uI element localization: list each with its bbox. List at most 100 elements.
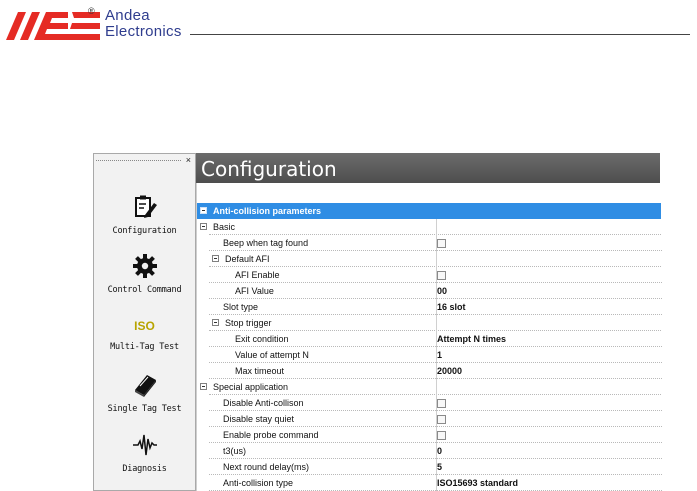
- property-label: Stop trigger: [225, 318, 272, 328]
- sidebar-grip[interactable]: [96, 160, 181, 161]
- property-checkbox[interactable]: [437, 239, 446, 248]
- grid-value-cell[interactable]: [436, 363, 662, 379]
- grid-value-cell[interactable]: [436, 267, 662, 283]
- grid-property-row[interactable]: Next round delay(ms) 5: [197, 459, 662, 475]
- property-value[interactable]: 0: [437, 443, 442, 459]
- property-label: Basic: [213, 222, 236, 232]
- grid-property-row[interactable]: Exit condition Attempt N times: [197, 331, 662, 347]
- grid-property-row[interactable]: Anti-collision type ISO15693 standard: [197, 475, 662, 491]
- gear-icon: [133, 254, 157, 278]
- property-label: Exit condition: [235, 334, 289, 344]
- property-value[interactable]: 20000: [437, 363, 462, 379]
- collapse-toggle-icon[interactable]: [200, 223, 207, 230]
- grid-column-divider: [436, 219, 437, 235]
- grid-value-cell[interactable]: [436, 299, 662, 315]
- header-rule: [190, 34, 690, 35]
- property-label: Special application: [213, 382, 289, 392]
- property-label: AFI Value: [235, 286, 274, 296]
- grid-value-cell[interactable]: [436, 395, 662, 411]
- grid-category-row[interactable]: Stop trigger: [197, 315, 661, 331]
- property-value[interactable]: 1: [437, 347, 442, 363]
- grid-property-row[interactable]: Max timeout 20000: [197, 363, 662, 379]
- book-icon: [135, 375, 156, 397]
- property-value[interactable]: Attempt N times: [437, 331, 506, 347]
- property-checkbox[interactable]: [437, 415, 446, 424]
- brand-name: Andea Electronics: [105, 8, 182, 40]
- collapse-toggle-icon[interactable]: [212, 255, 219, 262]
- grid-category-row[interactable]: Default AFI: [197, 251, 661, 267]
- brand-name-line2: Electronics: [105, 23, 182, 40]
- main-panel: Configuration Anti-collision parameters …: [196, 153, 662, 491]
- property-value[interactable]: 00: [437, 283, 447, 299]
- nav-label-configuration: Configuration: [112, 226, 177, 236]
- nav-label-multi-tag-test: Multi-Tag Test: [110, 342, 179, 352]
- collapse-toggle-icon[interactable]: [200, 207, 207, 214]
- grid-value-cell[interactable]: [436, 427, 662, 443]
- grid-header-label: Anti-collision parameters: [213, 206, 322, 216]
- iso-text-icon: ISO: [134, 319, 155, 333]
- grid-column-divider: [436, 379, 437, 395]
- property-value[interactable]: ISO15693 standard: [437, 475, 518, 491]
- grid-header-row[interactable]: Anti-collision parameters: [197, 203, 661, 219]
- property-checkbox[interactable]: [437, 431, 446, 440]
- nav-item-configuration[interactable]: Configuration: [94, 194, 195, 252]
- grid-value-cell[interactable]: [436, 459, 662, 475]
- app-window: × Configuration Control Command ISO Mult…: [93, 153, 662, 491]
- property-label: Anti-collision type: [223, 478, 294, 488]
- andea-logo: [6, 12, 100, 40]
- property-checkbox[interactable]: [437, 399, 446, 408]
- property-label: Next round delay(ms): [223, 462, 310, 472]
- property-label: Default AFI: [225, 254, 270, 264]
- grid-name-cell: [209, 219, 661, 235]
- grid-column-divider: [436, 251, 437, 267]
- property-label: Max timeout: [235, 366, 285, 376]
- registered-mark: ®: [88, 6, 95, 16]
- grid-property-row[interactable]: Value of attempt N 1: [197, 347, 662, 363]
- property-label: Disable stay quiet: [223, 414, 295, 424]
- property-label: Disable Anti-collison: [223, 398, 304, 408]
- sidebar: × Configuration Control Command ISO Mult…: [93, 153, 196, 491]
- property-label: AFI Enable: [235, 270, 280, 280]
- grid-value-cell[interactable]: [436, 411, 662, 427]
- nav-label-control-command: Control Command: [107, 285, 182, 295]
- grid-category-row[interactable]: Basic: [197, 219, 661, 235]
- grid-column-divider: [436, 315, 437, 331]
- nav-item-control-command[interactable]: Control Command: [94, 253, 195, 311]
- waveform-icon: [133, 434, 157, 456]
- nav-item-diagnosis[interactable]: Diagnosis: [94, 432, 195, 490]
- grid-property-row[interactable]: Beep when tag found: [197, 235, 662, 251]
- nav-item-multi-tag-test[interactable]: ISO Multi-Tag Test: [94, 315, 195, 373]
- grid-property-row[interactable]: Disable Anti-collison: [197, 395, 662, 411]
- property-value[interactable]: 16 slot: [437, 299, 466, 315]
- grid-name-cell: [209, 251, 661, 267]
- brand-name-line1: Andea: [105, 7, 150, 24]
- property-label: Enable probe command: [223, 430, 319, 440]
- nav-item-single-tag-test[interactable]: Single Tag Test: [94, 372, 195, 430]
- grid-property-row[interactable]: t3(us) 0: [197, 443, 662, 459]
- nav-label-diagnosis: Diagnosis: [122, 464, 167, 474]
- property-grid: Anti-collision parameters Basic Beep when…: [196, 189, 662, 491]
- property-label: Value of attempt N: [235, 350, 309, 360]
- grid-property-row[interactable]: Disable stay quiet: [197, 411, 662, 427]
- property-value[interactable]: 5: [437, 459, 442, 475]
- sidebar-close-button[interactable]: ×: [186, 156, 191, 165]
- grid-value-cell[interactable]: [436, 347, 662, 363]
- grid-value-cell[interactable]: [436, 443, 662, 459]
- page-title: Configuration: [201, 157, 337, 181]
- grid-value-cell[interactable]: [436, 235, 662, 251]
- grid-name-cell: [209, 315, 661, 331]
- grid-property-row[interactable]: Enable probe command: [197, 427, 662, 443]
- grid-category-row[interactable]: Special application: [197, 379, 661, 395]
- panel-titlebar: Configuration: [196, 153, 660, 183]
- collapse-toggle-icon[interactable]: [200, 383, 207, 390]
- collapse-toggle-icon[interactable]: [212, 319, 219, 326]
- property-checkbox[interactable]: [437, 271, 446, 280]
- property-label: Beep when tag found: [223, 238, 309, 248]
- property-label: t3(us): [223, 446, 247, 456]
- nav-label-single-tag-test: Single Tag Test: [107, 404, 182, 414]
- grid-value-cell[interactable]: [436, 283, 662, 299]
- grid-property-row[interactable]: Slot type 16 slot: [197, 299, 662, 315]
- grid-property-row[interactable]: AFI Enable: [197, 267, 662, 283]
- clipboard-pencil-icon: [135, 195, 157, 218]
- grid-property-row[interactable]: AFI Value 00: [197, 283, 662, 299]
